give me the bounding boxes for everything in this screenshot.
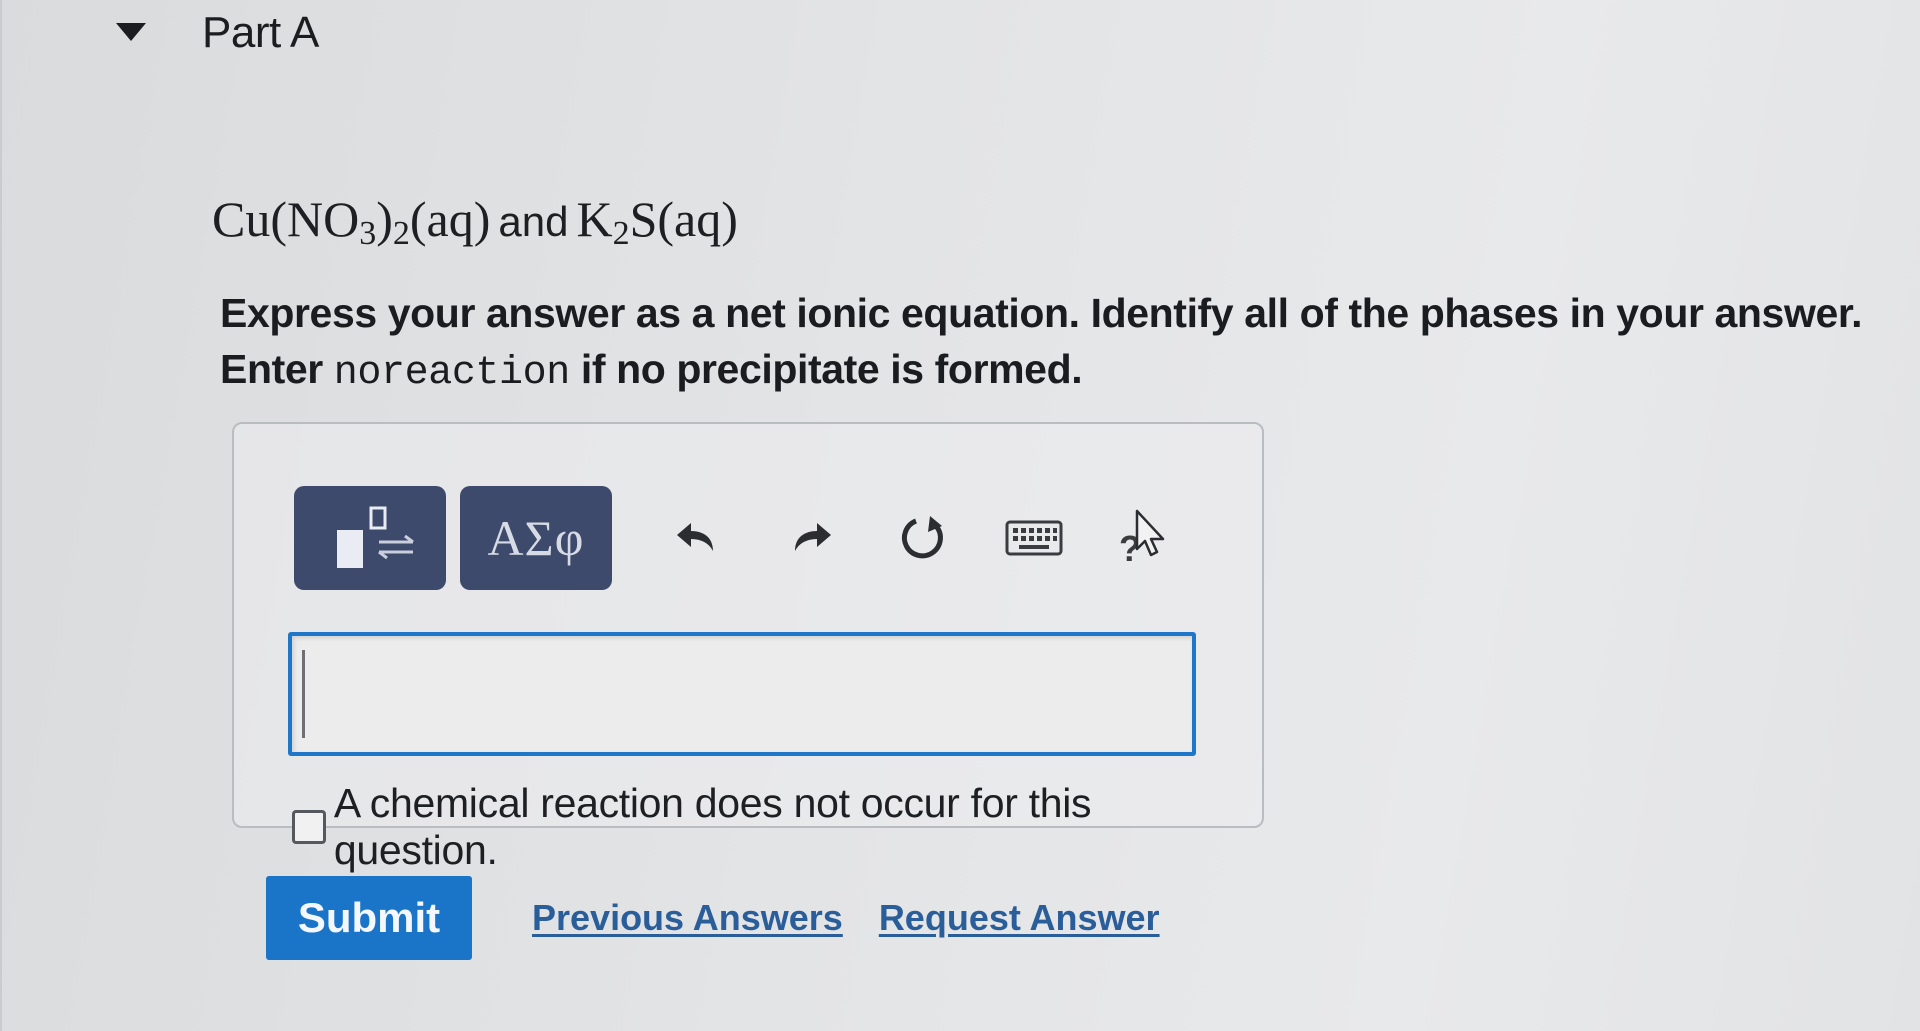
keyboard-icon[interactable] — [994, 498, 1074, 578]
answer-input[interactable] — [288, 632, 1196, 756]
templates-button[interactable] — [294, 486, 446, 590]
noreaction-keyword: noreaction — [333, 351, 570, 396]
connector-word: and — [498, 198, 569, 245]
previous-answers-link[interactable]: Previous Answers — [532, 897, 843, 939]
instructions: Express your answer as a net ionic equat… — [220, 285, 1863, 402]
request-answer-link[interactable]: Request Answer — [879, 897, 1160, 939]
no-reaction-option[interactable]: A chemical reaction does not occur for t… — [292, 780, 1262, 874]
redo-icon[interactable] — [770, 498, 850, 578]
no-reaction-label[interactable]: A chemical reaction does not occur for t… — [334, 780, 1262, 874]
collapse-caret-icon[interactable] — [112, 18, 150, 48]
reset-icon[interactable] — [882, 498, 962, 578]
left-divider — [0, 0, 2, 1031]
actions-row: Submit Previous Answers Request Answer — [266, 876, 1196, 960]
superscript-equilibrium-template-icon — [337, 506, 414, 568]
submit-button[interactable]: Submit — [266, 876, 472, 960]
help-icon[interactable]: ? — [1106, 498, 1186, 578]
instruction-line-1: Express your answer as a net ionic equat… — [220, 290, 1863, 336]
undo-icon[interactable] — [658, 498, 738, 578]
problem-page: Part A Cu(NO3)2(aq) and K2S(aq) Express yo… — [0, 0, 1920, 1031]
no-reaction-checkbox[interactable] — [292, 810, 326, 844]
reaction-reactants: Cu(NO3)2(aq) and K2S(aq) — [212, 190, 738, 252]
answer-panel: ΑΣφ ? A chemical reaction does not occur… — [232, 422, 1264, 873]
part-title: Part A — [202, 8, 319, 57]
greek-symbols-button[interactable]: ΑΣφ — [460, 486, 612, 590]
part-header: Part A — [112, 8, 319, 58]
equation-toolbar: ΑΣφ ? — [294, 486, 1186, 590]
reactant-2: K2S(aq) — [576, 191, 738, 252]
text-caret — [302, 650, 305, 738]
reactant-1: Cu(NO3)2(aq) — [212, 191, 491, 252]
instruction-line-2: Enter noreaction if no precipitate is fo… — [220, 346, 1083, 396]
